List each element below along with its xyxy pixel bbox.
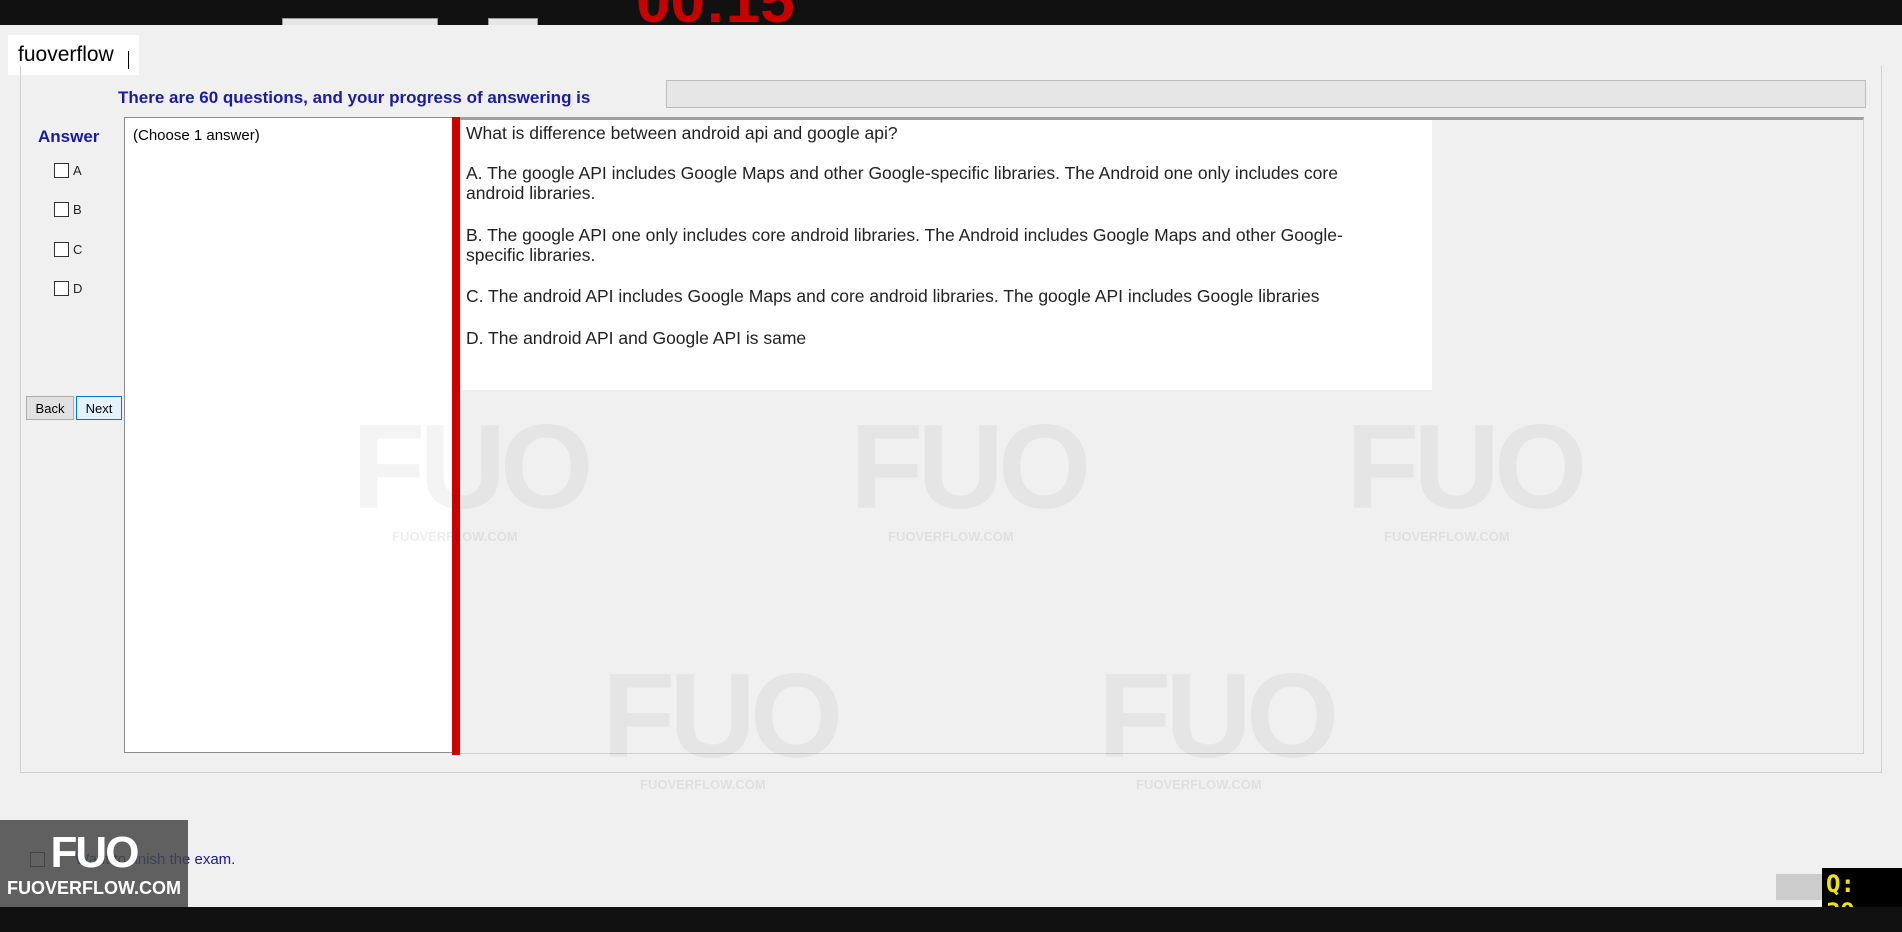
choice-c-text: C. The android API includes Google Maps …: [466, 286, 1320, 306]
status-box: [1776, 874, 1822, 900]
choice-b-text: B. The google API one only includes core…: [466, 225, 1343, 265]
watermark-logo: FUO: [850, 398, 1091, 536]
option-b-checkbox[interactable]: [54, 202, 69, 217]
watermark-logo: FUO: [1346, 398, 1587, 536]
watermark-logo: FUO: [1098, 647, 1339, 785]
watermark-text: FUOVERFLOW.COM: [640, 777, 766, 792]
option-d-checkbox[interactable]: [54, 281, 69, 296]
option-c-checkbox[interactable]: [54, 242, 69, 257]
watermark-text: FUOVERFLOW.COM: [888, 529, 1014, 544]
logo-mark: FUO: [50, 828, 140, 877]
watermark-text: FUOVERFLOW.COM: [1136, 777, 1262, 792]
back-button[interactable]: Back: [26, 396, 74, 420]
choice-d-text: D. The android API and Google API is sam…: [466, 328, 807, 348]
progress-bar: [666, 80, 1866, 108]
option-b-label: B: [73, 202, 82, 217]
option-a-checkbox[interactable]: [54, 163, 69, 178]
option-c-label: C: [73, 242, 83, 257]
progress-label: There are 60 questions, and your progres…: [118, 88, 591, 107]
question-selector[interactable]: [282, 18, 438, 25]
option-b[interactable]: B: [54, 202, 82, 217]
answer-title: Answer: [38, 127, 100, 146]
fuoverflow-logo: FUO FUOVERFLOW.COM: [0, 820, 188, 907]
option-d[interactable]: D: [54, 281, 82, 296]
top-bar: 00:15: [0, 0, 1902, 25]
app-name: fuoverflow: [18, 43, 114, 66]
watermark-text: FUOVERFLOW.COM: [1384, 529, 1510, 544]
choice-a-text: A. The google API includes Google Maps a…: [466, 163, 1338, 203]
option-a-label: A: [73, 163, 82, 178]
option-d-label: D: [73, 281, 83, 296]
watermark-logo: FUO: [602, 647, 843, 785]
watermark-logo: FUO: [352, 398, 593, 536]
option-c[interactable]: C: [54, 242, 82, 257]
choose-hint: (Choose 1 answer): [133, 127, 260, 144]
bottom-bar: [0, 907, 1902, 932]
exam-timer: 00:15: [636, 0, 795, 25]
logo-site: FUOVERFLOW.COM: [7, 878, 181, 898]
watermark-text: FUOVERFLOW.COM: [392, 529, 518, 544]
option-a[interactable]: A: [54, 163, 82, 178]
next-button[interactable]: Next: [76, 396, 122, 420]
page-selector[interactable]: [488, 18, 538, 25]
question-text: What is difference between android api a…: [466, 123, 898, 143]
